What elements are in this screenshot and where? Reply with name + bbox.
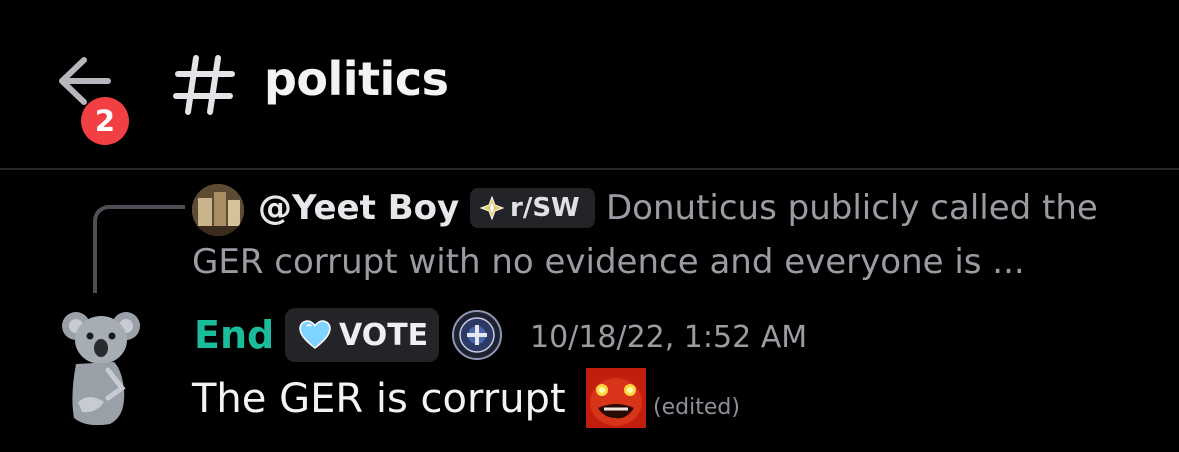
emoji-image: [586, 368, 646, 428]
reply-avatar-image: [192, 184, 244, 236]
message-text[interactable]: The GER is corrupt: [192, 376, 566, 422]
message-author[interactable]: End: [194, 313, 274, 357]
server-tag[interactable]: r/SW: [470, 188, 595, 228]
notification-badge: 2: [81, 97, 129, 145]
angry-face-emoji[interactable]: [586, 368, 646, 428]
koala-icon: [62, 312, 140, 426]
channel-header: 2 politics: [0, 0, 1179, 170]
channel-title: politics: [264, 52, 449, 106]
reply-preview-text[interactable]: Donuticus publicly called the: [606, 188, 1098, 228]
reply-avatar[interactable]: [192, 184, 244, 236]
role-badge-label: VOTE: [339, 317, 429, 353]
role-badge[interactable]: VOTE: [285, 308, 439, 362]
sparkle-icon: [480, 196, 504, 220]
server-seal-icon[interactable]: [452, 310, 502, 360]
reply-preview-text-continued[interactable]: GER corrupt with no evidence and everyon…: [192, 242, 1025, 282]
heart-icon: [299, 320, 331, 349]
edited-indicator: (edited): [653, 395, 740, 420]
reply-connector: [93, 205, 185, 293]
author-avatar[interactable]: [60, 306, 146, 430]
message-timestamp: 10/18/22, 1:52 AM: [530, 320, 808, 355]
seal-image: [452, 310, 502, 360]
server-tag-label: r/SW: [510, 193, 580, 223]
hash-icon: [173, 55, 235, 115]
reply-author[interactable]: @Yeet Boy: [258, 188, 459, 228]
